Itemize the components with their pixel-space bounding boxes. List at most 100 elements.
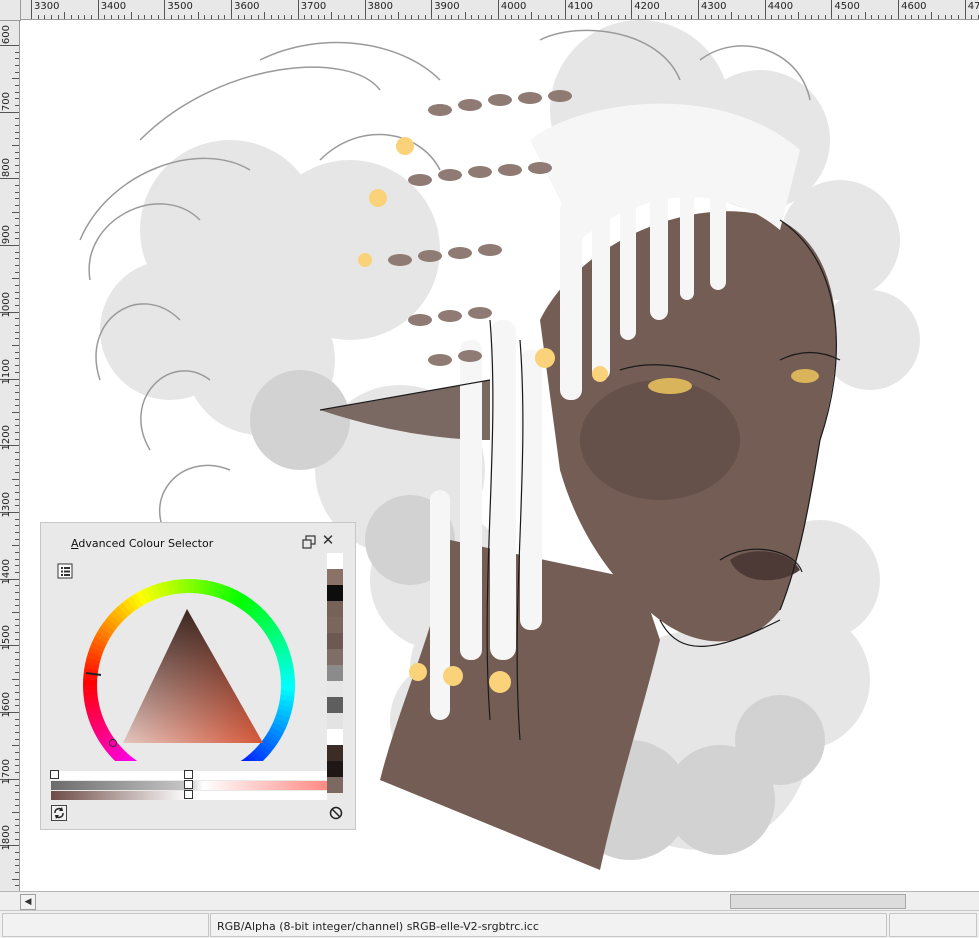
ruler-tick	[344, 15, 346, 19]
list-settings-icon[interactable]	[57, 563, 73, 579]
ruler-tick	[537, 15, 539, 19]
ruler-tick	[15, 618, 19, 620]
ruler-tick	[104, 15, 106, 19]
ruler-tick	[15, 425, 19, 427]
saturation-slider[interactable]	[51, 780, 327, 790]
horizontal-scrollbar[interactable]: ◀	[0, 891, 979, 910]
ruler-tick	[15, 718, 19, 720]
ruler-tick	[724, 15, 726, 19]
ruler-tick	[657, 15, 659, 19]
ruler-tick	[15, 838, 19, 840]
ruler-tick	[111, 15, 113, 19]
ruler-label: 3800	[367, 1, 393, 12]
recent-colour-swatch[interactable]	[327, 729, 343, 745]
recent-colour-swatch[interactable]	[327, 697, 343, 713]
ruler-tick	[624, 15, 626, 19]
hue-segment[interactable]	[83, 684, 98, 691]
ruler-tick	[15, 65, 19, 66]
ruler-tick	[651, 15, 653, 19]
scroll-left-button[interactable]: ◀	[20, 894, 36, 910]
ruler-tick	[15, 358, 19, 360]
recent-colour-swatch[interactable]	[327, 681, 343, 697]
ruler-label: 1800	[1, 825, 12, 851]
recent-colour-swatch[interactable]	[327, 617, 343, 633]
ruler-tick	[504, 15, 506, 19]
recent-colour-swatch[interactable]	[327, 585, 343, 601]
ruler-tick	[15, 298, 19, 300]
recent-colour-swatch[interactable]	[327, 665, 343, 681]
value-slider[interactable]	[51, 790, 327, 800]
ruler-tick	[15, 732, 19, 733]
recent-colour-swatch[interactable]	[327, 569, 343, 585]
float-window-icon[interactable]	[302, 534, 316, 549]
scrollbar-thumb[interactable]	[730, 894, 906, 909]
colour-wheel-triangle[interactable]	[81, 561, 296, 761]
ruler-tick	[15, 118, 19, 120]
ruler-tick	[804, 15, 806, 19]
ruler-tick	[838, 15, 840, 19]
recent-colour-swatch[interactable]	[327, 745, 343, 761]
ruler-tick	[15, 805, 19, 807]
ruler-tick	[15, 638, 19, 640]
ruler-tick	[15, 191, 19, 193]
recent-colour-swatch[interactable]	[327, 649, 343, 665]
ruler-tick	[12, 411, 19, 413]
ruler-tick	[811, 15, 813, 19]
ruler-tick	[15, 271, 19, 273]
ruler-label: 4400	[767, 1, 794, 12]
ruler-tick	[244, 15, 246, 19]
slider-handle[interactable]	[184, 780, 193, 789]
recent-colour-swatch[interactable]	[327, 601, 343, 617]
ruler-tick	[44, 15, 46, 19]
ruler-tick	[12, 145, 19, 147]
ruler-tick	[15, 571, 19, 573]
hue-segment[interactable]	[280, 679, 295, 686]
recent-colour-swatch[interactable]	[327, 713, 343, 729]
recent-colour-swatch[interactable]	[327, 553, 343, 569]
close-icon[interactable]: ✕	[321, 532, 335, 548]
no-color-icon[interactable]	[329, 805, 343, 820]
ruler-tick	[12, 545, 19, 547]
ruler-tick	[77, 15, 79, 19]
recent-colour-swatch[interactable]	[327, 777, 343, 793]
ruler-tick	[924, 15, 926, 19]
ruler-label: 1300	[1, 491, 12, 518]
slider-handle[interactable]	[184, 770, 193, 779]
ruler-tick	[284, 15, 286, 19]
ruler-label: 3600	[234, 1, 260, 12]
ruler-tick	[317, 15, 319, 19]
ruler-tick	[584, 15, 586, 19]
ruler-tick	[15, 598, 19, 600]
panel-title: Advanced Colour Selector	[71, 537, 214, 550]
lightness-slider[interactable]	[50, 770, 327, 780]
ruler-tick	[704, 15, 706, 19]
ruler-tick	[211, 15, 213, 19]
ruler-tick	[444, 15, 446, 19]
ruler-tick	[15, 218, 19, 220]
ruler-tick	[15, 305, 19, 307]
ruler-tick	[15, 605, 19, 607]
recent-colour-swatch[interactable]	[327, 633, 343, 649]
ruler-tick	[397, 12, 399, 19]
recent-colours-strip[interactable]	[327, 553, 345, 803]
ruler-label: 3400	[100, 1, 127, 12]
recent-colour-swatch[interactable]	[327, 761, 343, 777]
ruler-tick	[571, 15, 573, 19]
ruler-tick	[484, 15, 486, 19]
slider-handle[interactable]	[50, 770, 59, 779]
ruler-tick	[718, 15, 719, 19]
ruler-label: 3500	[167, 1, 193, 12]
ruler-tick	[384, 15, 386, 19]
ruler-tick	[15, 338, 19, 340]
refresh-icon[interactable]	[51, 805, 67, 821]
ruler-tick	[264, 12, 266, 19]
ruler-tick	[15, 51, 19, 53]
ruler-tick	[951, 15, 953, 19]
ruler-tick	[324, 15, 326, 19]
ruler-label: 1100	[1, 358, 12, 384]
hue-segment[interactable]	[183, 579, 190, 594]
slider-handle[interactable]	[184, 790, 193, 799]
ruler-tick	[15, 485, 19, 487]
ruler-tick	[758, 15, 760, 19]
ruler-tick	[217, 15, 219, 19]
